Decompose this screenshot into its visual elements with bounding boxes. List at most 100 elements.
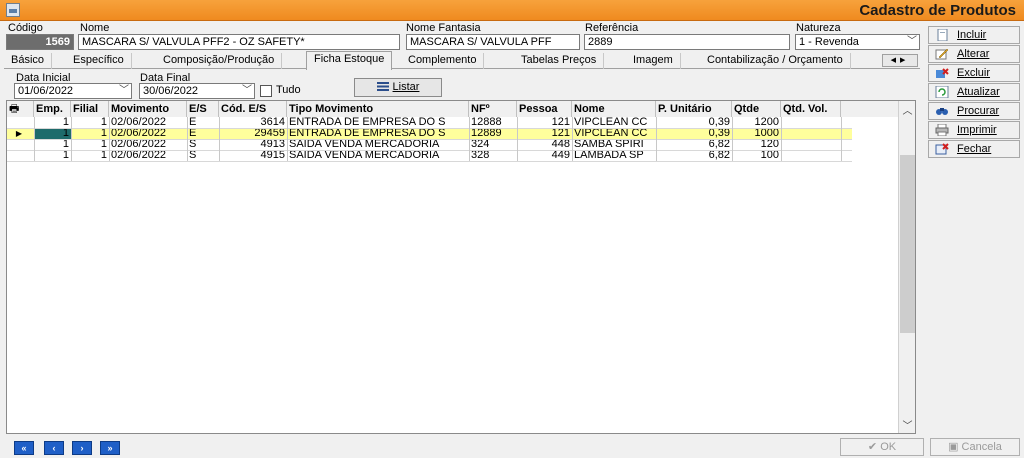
listar-label: Listar [392, 81, 420, 93]
col-cod-es[interactable]: Cód. E/S [219, 101, 287, 117]
cell-qtde: 100 [760, 150, 779, 161]
col-divider [469, 117, 470, 161]
fantasia-field[interactable]: MASCARA S/ VALVULA PFF [406, 34, 580, 50]
cell-pessoa: 448 [551, 139, 570, 150]
col-qtde[interactable]: Qtde [732, 101, 781, 117]
printer-icon[interactable]: 🖶 [7, 101, 34, 117]
tab-complemento[interactable]: Complemento [401, 53, 485, 69]
tab-tabelas-precos[interactable]: Tabelas Preços [514, 53, 605, 69]
chevron-down-icon[interactable]: ﹀ [119, 84, 129, 98]
cell-filial: 1 [100, 128, 107, 139]
data-inicial-picker[interactable]: 01/06/2022 ﹀ [14, 83, 132, 99]
vertical-scrollbar[interactable]: ︿ ﹀ [898, 101, 915, 433]
excluir-label: Excluir [957, 67, 991, 79]
fechar-button[interactable]: Fechar [928, 140, 1020, 158]
data-inicial-value: 01/06/2022 [18, 85, 74, 97]
list-icon [376, 82, 389, 91]
title-bar: Cadastro de Produtos [0, 0, 1024, 21]
listar-button[interactable]: Listar [354, 78, 442, 97]
col-divider [781, 117, 782, 161]
col-nf[interactable]: NFº [469, 101, 517, 117]
refresh-icon [935, 86, 949, 98]
cell-nome: VIPCLEAN CC [574, 128, 648, 139]
nome-field[interactable]: MASCARA S/ VALVULA PFF2 - OZ SAFETY* [78, 34, 400, 50]
chevron-down-icon[interactable]: ﹀ [907, 35, 917, 49]
row-divider [7, 161, 852, 162]
cell-nf: 12888 [471, 117, 502, 128]
cell-nf: 12889 [471, 128, 502, 139]
excluir-button[interactable]: Excluir [928, 64, 1020, 82]
action-sidebar: Incluir Alterar Excluir Atualizar Procur… [926, 24, 1024, 164]
col-p-unitario[interactable]: P. Unitário [656, 101, 732, 117]
cell-filial: 1 [100, 139, 107, 150]
col-qtd-vol[interactable]: Qtd. Vol. [781, 101, 841, 117]
cell-nf: 328 [471, 150, 490, 161]
window-icon [6, 3, 20, 17]
cell-filial: 1 [100, 150, 107, 161]
tab-ficha-estoque[interactable]: Ficha Estoque [306, 51, 393, 70]
row-divider [7, 139, 852, 140]
last-record-icon[interactable]: » [100, 441, 120, 455]
cancela-button[interactable]: ▣ Cancela [930, 438, 1020, 456]
checkmark-icon: ✔ [867, 441, 878, 453]
cell-p-unitario: 6,82 [708, 139, 730, 150]
col-divider [109, 117, 110, 161]
alterar-button[interactable]: Alterar [928, 45, 1020, 63]
fechar-label: Fechar [957, 143, 992, 155]
first-record-icon[interactable]: « [14, 441, 34, 455]
tab-composicao[interactable]: Composição/Produção [156, 53, 283, 69]
tab-basico[interactable]: Básico [4, 53, 53, 69]
cell-qtde: 120 [760, 139, 779, 150]
col-pessoa[interactable]: Pessoa [517, 101, 572, 117]
next-record-icon[interactable]: › [72, 441, 92, 455]
procurar-label: Procurar [957, 105, 1000, 117]
table-row[interactable]: 1 1 02/06/2022 S 4913 SAÍDA VENDA MERCAD… [7, 139, 852, 150]
col-emp[interactable]: Emp. [34, 101, 71, 117]
col-es[interactable]: E/S [187, 101, 219, 117]
tab-imagem[interactable]: Imagem [626, 53, 681, 69]
procurar-button[interactable]: Procurar [928, 102, 1020, 120]
atualizar-button[interactable]: Atualizar [928, 83, 1020, 101]
chevron-down-icon[interactable]: ﹀ [242, 84, 252, 98]
window-title: Cadastro de Produtos [859, 2, 1016, 19]
cell-emp[interactable]: 1 [34, 128, 71, 139]
new-document-icon [937, 29, 948, 41]
col-filial[interactable]: Filial [71, 101, 109, 117]
tab-especifico[interactable]: Específico [66, 53, 132, 69]
incluir-button[interactable]: Incluir [928, 26, 1020, 44]
col-movimento[interactable]: Movimento [109, 101, 187, 117]
data-final-picker[interactable]: 30/06/2022 ﹀ [139, 83, 255, 99]
col-tipo-movimento[interactable]: Tipo Movimento [287, 101, 469, 117]
table-row[interactable]: 1 1 02/06/2022 S 4915 SAÍDA VENDA MERCAD… [7, 150, 852, 161]
scroll-up-icon[interactable]: ︿ [899, 102, 915, 117]
referencia-field[interactable]: 2889 [584, 34, 790, 50]
col-divider [572, 117, 573, 161]
imprimir-button[interactable]: Imprimir [928, 121, 1020, 139]
col-divider [187, 117, 188, 161]
tudo-checkbox[interactable] [260, 85, 272, 97]
printer-icon [935, 124, 949, 136]
table-row[interactable]: 1 1 02/06/2022 E 3614 ENTRADA DE EMPRESA… [7, 117, 852, 128]
codigo-field[interactable]: 1569 [6, 34, 74, 50]
ok-button[interactable]: ✔ OK [840, 438, 924, 456]
col-divider [71, 117, 72, 161]
cell-qtd-vol [781, 117, 841, 128]
table-row-selected[interactable]: ▶ 1 1 02/06/2022 E 29459 ENTRADA DE EMPR… [7, 128, 852, 139]
cell-nome: VIPCLEAN CC [574, 117, 648, 128]
delete-icon [936, 68, 949, 78]
tab-scroll-arrows-icon[interactable]: ◀▶ [882, 54, 918, 67]
fantasia-label: Nome Fantasia [406, 22, 481, 34]
cell-nome: LAMBADA SP [574, 150, 644, 161]
data-final-value: 30/06/2022 [143, 85, 199, 97]
cell-emp: 1 [62, 150, 69, 161]
scroll-down-icon[interactable]: ﹀ [899, 417, 915, 432]
edit-pencil-icon [935, 48, 949, 60]
alterar-label: Alterar [957, 48, 990, 60]
tab-contabilizacao[interactable]: Contabilização / Orçamento [700, 53, 851, 69]
scrollbar-thumb[interactable] [900, 155, 915, 333]
natureza-select[interactable]: 1 - Revenda ﹀ [795, 34, 920, 50]
stock-movement-grid[interactable]: 🖶 Emp. Filial Movimento E/S Cód. E/S Tip… [6, 100, 916, 434]
previous-record-icon[interactable]: ‹ [44, 441, 64, 455]
col-nome[interactable]: Nome [572, 101, 656, 117]
cell-qtd-vol [781, 150, 841, 161]
